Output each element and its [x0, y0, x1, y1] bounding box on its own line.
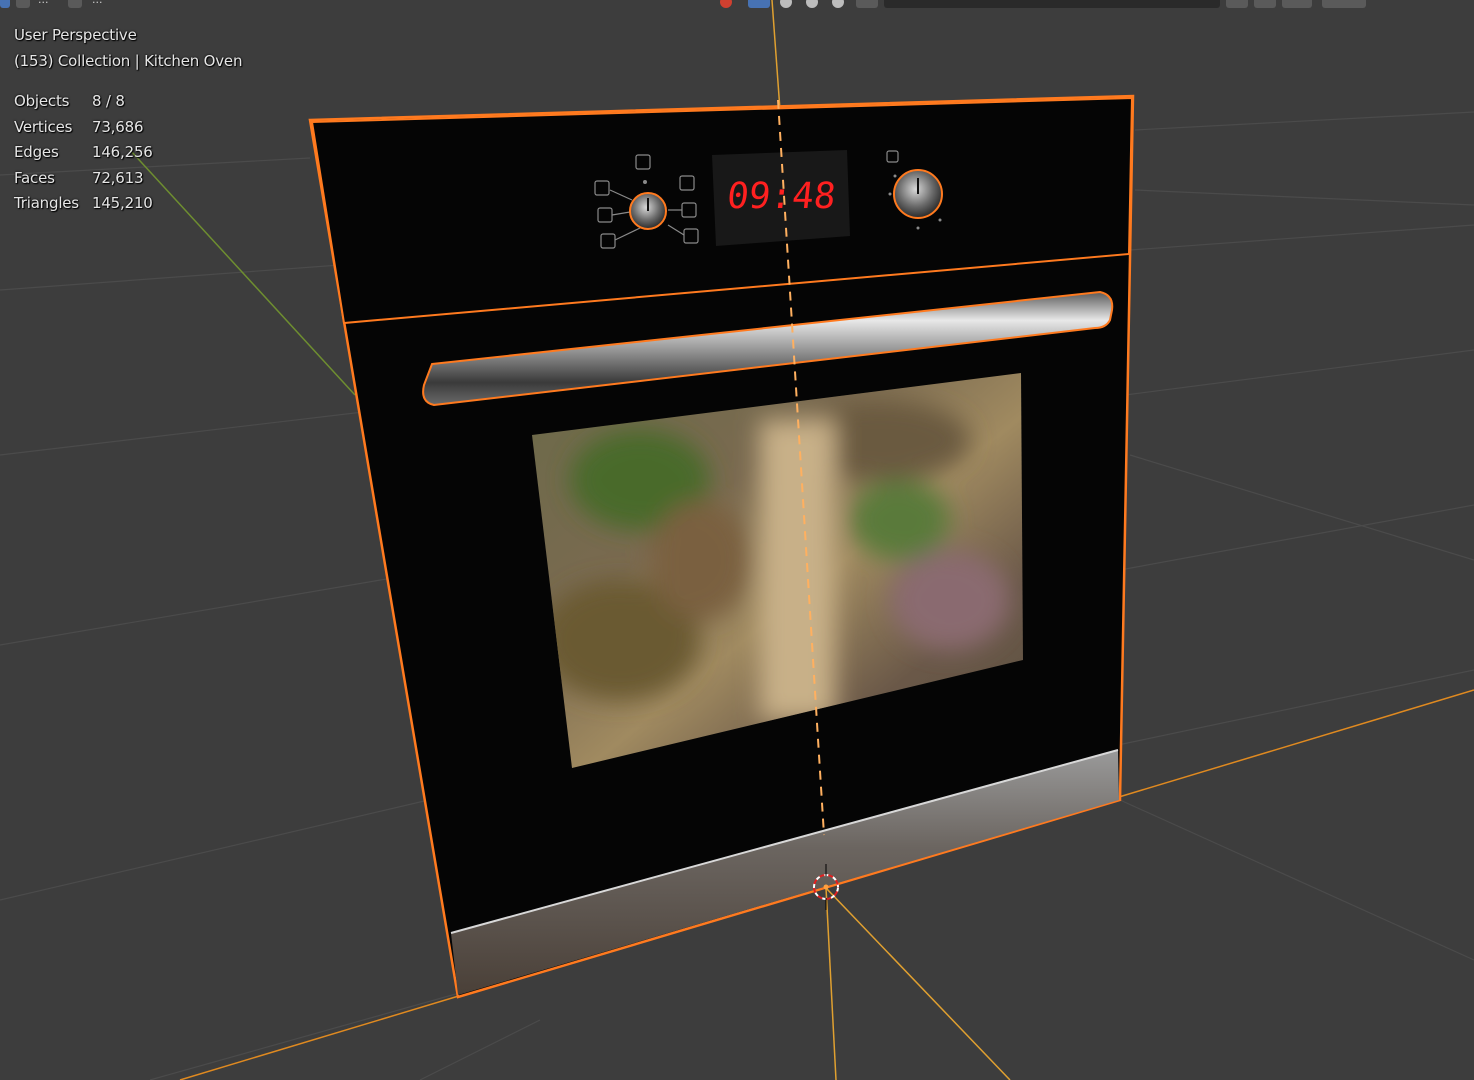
search-field[interactable]: [884, 0, 1220, 8]
stat-vertices: Vertices 73,686: [14, 115, 153, 141]
bookmark-button[interactable]: [1254, 0, 1276, 8]
rendered-shading-icon[interactable]: [832, 0, 844, 8]
mode-button[interactable]: [68, 0, 82, 8]
stat-value: 72,613: [92, 168, 144, 187]
stat-value: 145,210: [92, 194, 153, 212]
menu-dots-1[interactable]: ...: [38, 0, 49, 6]
toggle-xray-button[interactable]: [748, 0, 770, 8]
scene-statistics: Objects 8 / 8 Vertices 73,686 Edges 146,…: [14, 89, 153, 217]
active-object-context: (153) Collection | Kitchen Oven: [14, 51, 243, 70]
view-name: User Perspective: [14, 26, 137, 44]
stat-objects: Objects 8 / 8: [14, 89, 153, 115]
stat-label: Vertices: [14, 117, 73, 136]
axis-line-diagonal: [825, 887, 1011, 1080]
viewport-header: ... ...: [0, 0, 1474, 10]
layout-button[interactable]: [1282, 0, 1312, 8]
stat-label: Faces: [14, 168, 55, 187]
overlay-dropdown-button[interactable]: [1226, 0, 1248, 8]
stat-faces: Faces 72,613: [14, 166, 153, 192]
stat-label: Objects: [14, 92, 70, 110]
shading-options-button[interactable]: [856, 0, 878, 8]
clock-text: 09:48: [725, 175, 838, 217]
stat-edges: Edges 146,256: [14, 140, 153, 166]
play-button[interactable]: [1322, 0, 1366, 8]
stat-triangles: Triangles 145,210: [14, 191, 153, 217]
stat-value: 146,256: [92, 143, 153, 161]
gizmo-icon[interactable]: [720, 0, 732, 8]
material-shading-icon[interactable]: [806, 0, 818, 8]
select-box-button[interactable]: [16, 0, 30, 8]
axis-line-lower: [825, 887, 837, 1080]
vertical-axis-line: [771, 0, 781, 111]
kitchen-oven-object[interactable]: 09:48: [308, 94, 1135, 999]
stat-label: Triangles: [14, 194, 79, 212]
stat-label: Edges: [14, 143, 59, 161]
viewport-info-overlay: User Perspective (153) Collection | Kitc…: [14, 23, 242, 74]
viewport-scene[interactable]: 09:48: [0, 0, 1474, 1080]
3d-viewport[interactable]: 09:48 User Perspective (153) Collection …: [0, 0, 1474, 1080]
solid-shading-icon[interactable]: [780, 0, 792, 8]
oven-clock-display: 09:48: [712, 150, 850, 246]
select-mode-button[interactable]: [0, 0, 10, 8]
stat-value: 73,686: [92, 117, 144, 136]
stat-value: 8 / 8: [92, 92, 125, 110]
menu-dots-2[interactable]: ...: [92, 0, 103, 6]
